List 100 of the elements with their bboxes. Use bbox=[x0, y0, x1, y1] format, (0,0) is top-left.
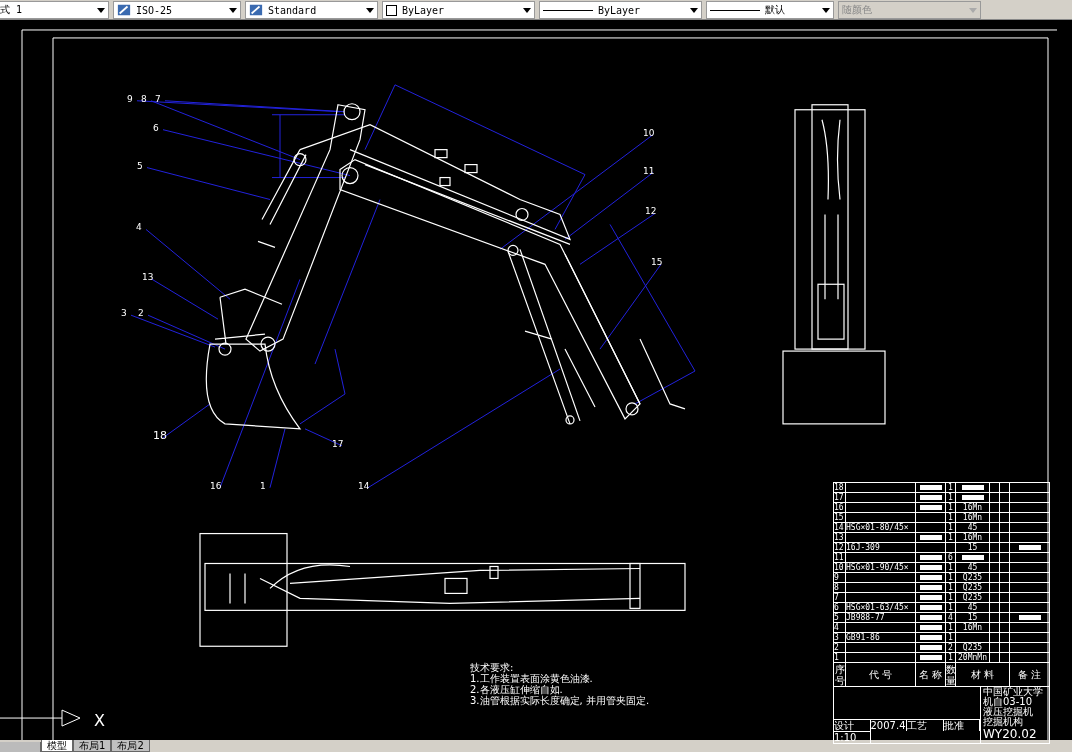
table-cell: 14 bbox=[834, 523, 846, 532]
tab-scroll-icon[interactable] bbox=[0, 742, 41, 752]
table-cell: 1 bbox=[946, 653, 956, 662]
linetype-preview-icon bbox=[710, 9, 760, 11]
ucs-axis-icon bbox=[0, 709, 81, 727]
column-header: 材 料 bbox=[956, 663, 1010, 686]
table-cell: 15 bbox=[834, 513, 846, 522]
table-cell: 16Mn bbox=[962, 623, 983, 632]
table-cell: 2 bbox=[946, 643, 956, 652]
drawing-subtitle: 挖掘机构 bbox=[983, 717, 1023, 727]
table-cell: 11 bbox=[834, 553, 846, 562]
part-number: 18 bbox=[153, 428, 167, 442]
style-icon bbox=[117, 3, 131, 17]
table-cell: 1 bbox=[946, 583, 956, 592]
column-header: 数量 bbox=[946, 663, 956, 686]
layout-tab[interactable]: 模型 bbox=[41, 740, 73, 752]
table-cell: Q235 bbox=[962, 573, 983, 582]
requirement-text: 1.工作装置表面涂黄色油漆. bbox=[470, 673, 594, 684]
style-dropdown[interactable]: 默认 bbox=[706, 1, 834, 19]
table-cell: GB91-86 bbox=[846, 633, 916, 642]
column-header: 名 称 bbox=[916, 663, 946, 686]
table-cell: 3 bbox=[834, 633, 846, 642]
part-number: 10 bbox=[643, 127, 655, 138]
table-cell: 1 bbox=[946, 633, 956, 642]
table-cell: 15 bbox=[967, 543, 978, 552]
part-number: 1 bbox=[260, 480, 266, 491]
table-cell: 12 bbox=[834, 543, 846, 552]
table-cell: 2 bbox=[834, 643, 846, 652]
table-cell: 1 bbox=[946, 603, 956, 612]
table-cell: 16 bbox=[834, 503, 846, 512]
layout-tab[interactable]: 布局1 bbox=[73, 740, 112, 752]
table-cell: 设计 bbox=[834, 719, 871, 731]
column-header: 备 注 bbox=[1016, 668, 1043, 682]
table-cell: HSG×01-63/45× bbox=[846, 603, 916, 612]
table-cell: 5 bbox=[834, 613, 846, 622]
table-cell: Q235 bbox=[962, 593, 983, 602]
table-cell: 16J-309 bbox=[846, 543, 916, 552]
part-number: 13 bbox=[142, 272, 154, 283]
style-dropdown[interactable]: 式 1 bbox=[0, 1, 109, 19]
table-cell: 45 bbox=[967, 603, 978, 612]
table-cell: 16Mn bbox=[962, 513, 983, 522]
dropdown-arrow-icon bbox=[229, 7, 237, 13]
part-number: 9 bbox=[127, 93, 133, 104]
table-cell: 1 bbox=[946, 483, 956, 492]
table-cell: 45 bbox=[967, 563, 978, 572]
part-number: 4 bbox=[136, 222, 142, 233]
style-dropdown[interactable]: Standard bbox=[245, 1, 378, 19]
school-name: 中国矿业大学 bbox=[983, 687, 1044, 697]
table-cell: 13 bbox=[834, 533, 846, 542]
table-cell: Q235 bbox=[962, 643, 983, 652]
part-number: 7 bbox=[155, 93, 161, 104]
table-cell: 8 bbox=[834, 583, 846, 592]
column-header: 代 号 bbox=[846, 663, 916, 686]
style-dropdown[interactable]: ByLayer bbox=[382, 1, 535, 19]
table-cell: 批准 bbox=[943, 719, 980, 731]
axis-label: X bbox=[94, 711, 105, 731]
table-cell: 10 bbox=[834, 563, 846, 572]
drawing-number: WY20.02 bbox=[983, 727, 1038, 741]
column-header: 序号 bbox=[834, 663, 846, 686]
part-number: 14 bbox=[358, 480, 370, 491]
table-cell: 1 bbox=[946, 513, 956, 522]
requirement-text: 3.油管根据实际长度确定, 并用管夹固定. bbox=[470, 695, 650, 706]
layout-tab[interactable]: 布局2 bbox=[111, 740, 150, 752]
table-cell: 4 bbox=[946, 613, 956, 622]
table-cell: 2007.4 bbox=[870, 719, 907, 731]
table-cell: 1 bbox=[946, 503, 956, 512]
dropdown-arrow-icon bbox=[969, 7, 977, 13]
style-icon bbox=[249, 3, 263, 17]
table-cell: 7 bbox=[834, 593, 846, 602]
requirements-title: 技术要求: bbox=[470, 662, 515, 673]
class-name: 机自03-10 bbox=[983, 697, 1033, 707]
table-cell: 17 bbox=[834, 493, 846, 502]
style-dropdown[interactable]: ByLayer bbox=[539, 1, 702, 19]
dropdown-arrow-icon bbox=[97, 7, 105, 13]
table-cell: 1 bbox=[946, 533, 956, 542]
table-cell: 20MnMn bbox=[958, 653, 987, 662]
part-number: 15 bbox=[651, 257, 663, 268]
dropdown-arrow-icon bbox=[523, 7, 531, 13]
dropdown-arrow-icon bbox=[822, 7, 830, 13]
table-cell: 18 bbox=[834, 483, 846, 492]
style-dropdown[interactable]: ISO-25 bbox=[113, 1, 241, 19]
table-cell: 1 bbox=[834, 653, 846, 662]
dropdown-arrow-icon bbox=[690, 7, 698, 13]
table-cell: 15 bbox=[967, 613, 978, 622]
part-number: 12 bbox=[645, 206, 657, 217]
table-cell: 1 bbox=[946, 493, 956, 502]
linetype-preview-icon bbox=[543, 9, 593, 11]
part-number: 2 bbox=[138, 308, 144, 319]
table-cell: HSG×01-80/45× bbox=[846, 523, 916, 532]
table-cell: 16Mn bbox=[962, 533, 983, 542]
part-number: 5 bbox=[137, 160, 143, 171]
drawing-title: 液压挖掘机 bbox=[983, 707, 1034, 717]
requirement-text: 2.各液压缸伸缩自如. bbox=[470, 684, 564, 695]
part-number: 6 bbox=[153, 122, 159, 133]
table-cell: 工艺 bbox=[907, 719, 944, 731]
part-number: 16 bbox=[210, 480, 222, 491]
part-number: 3 bbox=[121, 308, 127, 319]
table-cell: JB988-77 bbox=[846, 613, 916, 622]
table-cell: 1 bbox=[946, 523, 956, 532]
table-cell: 6 bbox=[834, 603, 846, 612]
